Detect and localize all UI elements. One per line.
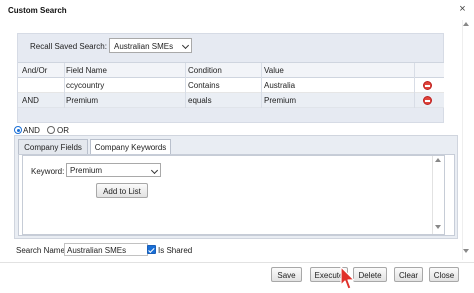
delete-row-icon[interactable]	[423, 96, 432, 105]
title-bar: Custom Search ×	[0, 0, 474, 22]
chevron-down-icon	[150, 166, 159, 175]
or-radio-label: OR	[57, 126, 69, 135]
footer-divider	[0, 262, 474, 263]
keywords-scrollbar[interactable]	[432, 156, 442, 234]
keyword-select[interactable]: Premium	[66, 163, 161, 177]
search-name-input[interactable]: Australian SMEs	[64, 243, 148, 256]
row-field: ccycountry	[66, 81, 105, 90]
scroll-down-icon[interactable]	[462, 247, 470, 255]
row-value: Premium	[264, 96, 297, 105]
close-button[interactable]: Close	[429, 267, 459, 282]
grid-header: And/Or Field Name Condition Value	[18, 63, 444, 78]
recall-selected-value: Australian SMEs	[114, 42, 174, 51]
recall-saved-search-select[interactable]: Australian SMEs	[109, 38, 192, 53]
column-header-field: Field Name	[66, 66, 107, 75]
recall-saved-search-label: Recall Saved Search:	[30, 42, 107, 51]
custom-search-dialog: Custom Search × Recall Saved Search: Aus…	[0, 0, 474, 293]
clear-button[interactable]: Clear	[394, 267, 423, 282]
is-shared-label: Is Shared	[158, 246, 193, 255]
row-value: Australia	[264, 81, 296, 90]
close-icon[interactable]: ×	[457, 4, 468, 15]
column-divider	[261, 63, 262, 108]
dialog-title: Custom Search	[8, 6, 67, 15]
column-header-condition: Condition	[188, 66, 222, 75]
column-divider	[414, 63, 415, 108]
table-row[interactable]: ccycountry Contains Australia	[18, 78, 444, 93]
row-andor: AND	[22, 96, 39, 105]
keyword-selected-value: Premium	[70, 166, 103, 175]
mouse-pointer-icon	[340, 266, 355, 290]
add-to-list-button[interactable]: Add to List	[96, 183, 148, 198]
and-radio-label: AND	[23, 126, 40, 135]
scroll-up-icon[interactable]	[462, 20, 470, 28]
row-condition: equals	[188, 96, 212, 105]
search-name-label: Search Name:	[16, 246, 68, 255]
scroll-up-icon[interactable]	[434, 158, 441, 162]
save-button[interactable]: Save	[271, 267, 302, 282]
chevron-down-icon	[181, 41, 190, 50]
delete-button[interactable]: Delete	[353, 267, 387, 282]
column-divider	[185, 63, 186, 108]
keyword-label: Keyword:	[31, 167, 65, 176]
dialog-scrollbar[interactable]	[462, 20, 470, 260]
tab-company-fields[interactable]: Company Fields	[18, 139, 88, 154]
row-condition: Contains	[188, 81, 220, 90]
delete-row-icon[interactable]	[423, 81, 432, 90]
or-radio[interactable]	[47, 126, 55, 134]
column-divider	[64, 63, 65, 108]
column-header-value: Value	[264, 66, 284, 75]
and-radio[interactable]	[14, 126, 22, 134]
scroll-down-icon[interactable]	[435, 225, 441, 229]
row-field: Premium	[66, 96, 99, 105]
criteria-grid: And/Or Field Name Condition Value ccycou…	[18, 62, 444, 108]
tab-company-keywords[interactable]: Company Keywords	[90, 139, 171, 155]
is-shared-checkbox[interactable]	[147, 245, 156, 254]
table-row[interactable]: AND Premium equals Premium	[18, 93, 444, 108]
column-header-andor: And/Or	[22, 66, 48, 75]
